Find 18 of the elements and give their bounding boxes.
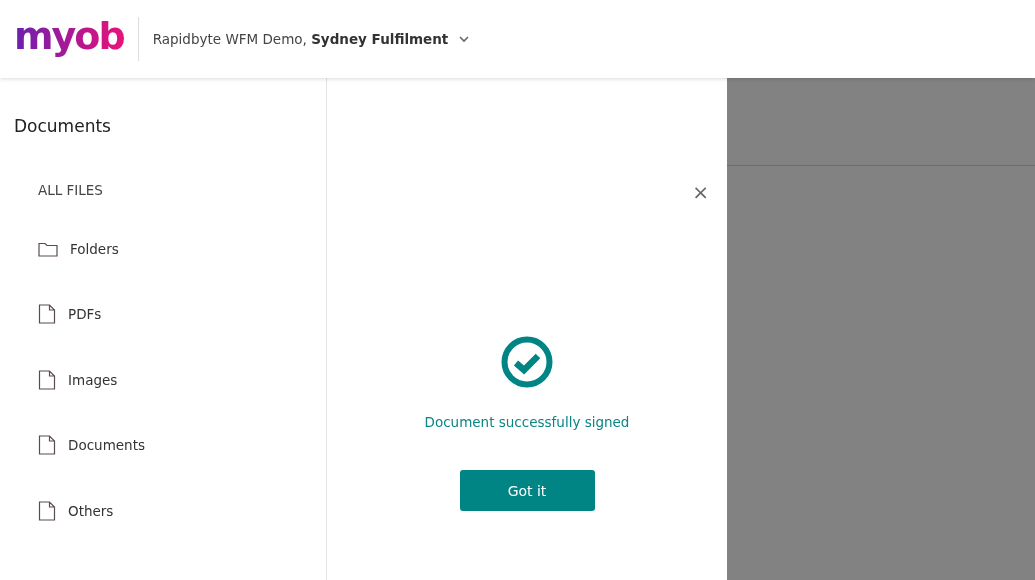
file-category-link[interactable]: Folders bbox=[70, 240, 119, 257]
sidebar-title: Documents bbox=[14, 116, 112, 136]
file-icon bbox=[38, 304, 56, 325]
close-button[interactable]: × bbox=[692, 182, 709, 202]
check-circle-icon bbox=[501, 336, 553, 388]
folder-icon bbox=[38, 240, 58, 257]
success-message: Document successfully signed bbox=[424, 414, 630, 430]
business-name: Rapidbyte WFM Demo, Sydney Fulfilment bbox=[152, 31, 449, 47]
file-icon bbox=[38, 500, 56, 521]
file-icon bbox=[38, 369, 56, 390]
chevron-down-icon[interactable] bbox=[458, 35, 471, 43]
got-it-button[interactable]: Got it bbox=[459, 470, 595, 511]
file-category-link[interactable]: PDFs bbox=[68, 306, 102, 323]
file-category-link[interactable]: Images bbox=[68, 371, 118, 388]
file-category-link[interactable]: Others bbox=[68, 502, 114, 519]
file-icon bbox=[38, 435, 56, 456]
file-category-link[interactable]: Documents bbox=[68, 437, 145, 454]
all-files-link[interactable]: ALL FILES bbox=[38, 182, 103, 198]
